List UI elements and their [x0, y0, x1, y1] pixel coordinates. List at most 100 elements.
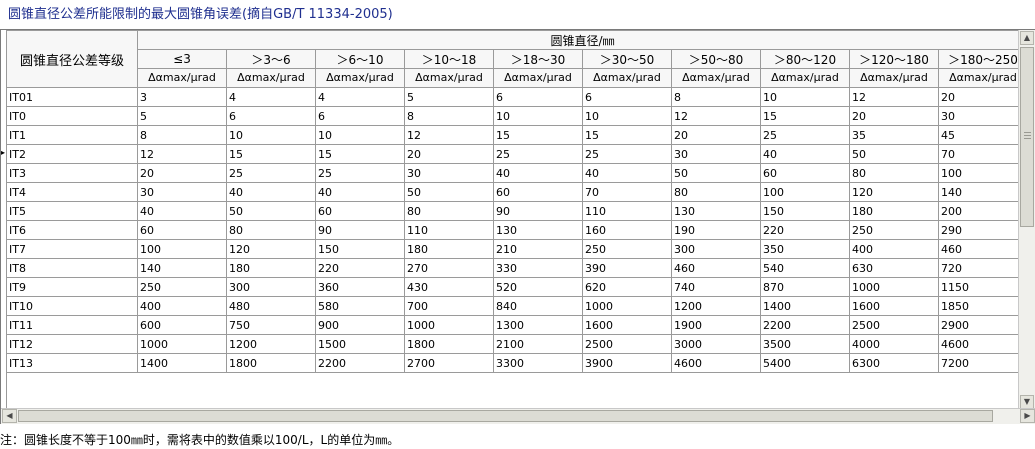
value-cell[interactable]: 740	[671, 277, 761, 297]
value-cell[interactable]: 12	[671, 106, 761, 126]
value-cell[interactable]: 600	[137, 315, 227, 335]
value-cell[interactable]: 15	[760, 106, 850, 126]
value-cell[interactable]: 90	[493, 201, 583, 221]
value-cell[interactable]: 15	[582, 125, 672, 145]
value-cell[interactable]: 3	[137, 87, 227, 107]
value-cell[interactable]: 150	[760, 201, 850, 221]
value-cell[interactable]: 10	[760, 87, 850, 107]
value-cell[interactable]: 12	[404, 125, 494, 145]
value-cell[interactable]: 25	[226, 163, 316, 183]
range-header[interactable]: ＞10～18	[404, 49, 494, 69]
value-cell[interactable]: 2200	[760, 315, 850, 335]
table-row[interactable]: IT1 8 10 10 12 15 15 20 25 35 45	[6, 125, 1028, 145]
value-cell[interactable]: 6	[226, 106, 316, 126]
value-cell[interactable]: 5	[137, 106, 227, 126]
value-cell[interactable]: 20	[671, 125, 761, 145]
grade-cell[interactable]: IT7	[6, 239, 138, 259]
value-cell[interactable]: 40	[226, 182, 316, 202]
value-cell[interactable]: 50	[404, 182, 494, 202]
value-cell[interactable]: 130	[493, 220, 583, 240]
vertical-scrollbar[interactable]: ▲ ▼	[1018, 30, 1035, 410]
value-cell[interactable]: 40	[137, 201, 227, 221]
value-cell[interactable]: 460	[671, 258, 761, 278]
value-cell[interactable]: 430	[404, 277, 494, 297]
value-cell[interactable]: 130	[671, 201, 761, 221]
range-header[interactable]: ＞6～10	[315, 49, 405, 69]
value-cell[interactable]: 5400	[760, 353, 850, 373]
value-cell[interactable]: 80	[849, 163, 939, 183]
value-cell[interactable]: 90	[315, 220, 405, 240]
value-cell[interactable]: 400	[137, 296, 227, 316]
value-cell[interactable]: 25	[493, 144, 583, 164]
value-cell[interactable]: 6	[315, 106, 405, 126]
value-cell[interactable]: 460	[938, 239, 1028, 259]
value-cell[interactable]: 400	[849, 239, 939, 259]
value-cell[interactable]: 480	[226, 296, 316, 316]
value-cell[interactable]: 40	[760, 144, 850, 164]
value-cell[interactable]: 4	[226, 87, 316, 107]
value-cell[interactable]: 50	[849, 144, 939, 164]
value-cell[interactable]: 4600	[938, 334, 1028, 354]
range-header[interactable]: ＞80～120	[760, 49, 850, 69]
table-row[interactable]: IT11 600 750 900 1000 1300 1600 1900 2200 2500 290…	[6, 315, 1028, 335]
table-row[interactable]: IT01 3 4 4 5 6 6 8 10 12 20	[6, 87, 1028, 107]
value-cell[interactable]: 120	[849, 182, 939, 202]
grade-cell[interactable]: IT1	[6, 125, 138, 145]
value-cell[interactable]: 2900	[938, 315, 1028, 335]
value-cell[interactable]: 180	[849, 201, 939, 221]
arrow-left-icon[interactable]: ◀	[2, 409, 17, 423]
grade-cell[interactable]: IT5	[6, 201, 138, 221]
value-cell[interactable]: 100	[938, 163, 1028, 183]
grade-cell[interactable]: IT12	[6, 334, 138, 354]
value-cell[interactable]: 1900	[671, 315, 761, 335]
grade-cell[interactable]: IT6	[6, 220, 138, 240]
value-cell[interactable]: 3000	[671, 334, 761, 354]
value-cell[interactable]: 15	[315, 144, 405, 164]
value-cell[interactable]: 15	[226, 144, 316, 164]
range-header[interactable]: ＞50～80	[671, 49, 761, 69]
value-cell[interactable]: 4	[315, 87, 405, 107]
value-cell[interactable]: 270	[404, 258, 494, 278]
value-cell[interactable]: 80	[226, 220, 316, 240]
horizontal-scrollbar[interactable]: ◀ ▶	[1, 408, 1035, 424]
value-cell[interactable]: 520	[493, 277, 583, 297]
value-cell[interactable]: 1800	[404, 334, 494, 354]
value-cell[interactable]: 80	[404, 201, 494, 221]
value-cell[interactable]: 750	[226, 315, 316, 335]
value-cell[interactable]: 40	[582, 163, 672, 183]
value-cell[interactable]: 100	[760, 182, 850, 202]
value-cell[interactable]: 620	[582, 277, 672, 297]
value-cell[interactable]: 290	[938, 220, 1028, 240]
value-cell[interactable]: 350	[760, 239, 850, 259]
value-cell[interactable]: 1000	[137, 334, 227, 354]
value-cell[interactable]: 10	[582, 106, 672, 126]
value-cell[interactable]: 1400	[760, 296, 850, 316]
arrow-up-icon[interactable]: ▲	[1020, 31, 1034, 45]
value-cell[interactable]: 60	[760, 163, 850, 183]
grade-cell[interactable]: IT11	[6, 315, 138, 335]
value-cell[interactable]: 45	[938, 125, 1028, 145]
grade-column-header[interactable]: 圆锥直径公差等级	[6, 30, 138, 88]
value-cell[interactable]: 6	[493, 87, 583, 107]
grade-cell[interactable]: IT2	[6, 144, 138, 164]
range-header[interactable]: ≤3	[137, 49, 227, 69]
value-cell[interactable]: 110	[404, 220, 494, 240]
value-cell[interactable]: 870	[760, 277, 850, 297]
value-cell[interactable]: 120	[226, 239, 316, 259]
value-cell[interactable]: 2500	[582, 334, 672, 354]
value-cell[interactable]: 60	[137, 220, 227, 240]
value-cell[interactable]: 700	[404, 296, 494, 316]
table-row[interactable]: IT9 250 300 360 430 520 620 740 870 1000 1150	[6, 277, 1028, 297]
table-row[interactable]: IT10 400 480 580 700 840 1000 1200 1400 1600 1850	[6, 296, 1028, 316]
value-cell[interactable]: 12	[137, 144, 227, 164]
value-cell[interactable]: 100	[137, 239, 227, 259]
value-cell[interactable]: 60	[315, 201, 405, 221]
value-cell[interactable]: 580	[315, 296, 405, 316]
value-cell[interactable]: 4600	[671, 353, 761, 373]
value-cell[interactable]: 3500	[760, 334, 850, 354]
value-cell[interactable]: 1850	[938, 296, 1028, 316]
value-cell[interactable]: 3900	[582, 353, 672, 373]
value-cell[interactable]: 6	[582, 87, 672, 107]
value-cell[interactable]: 720	[938, 258, 1028, 278]
value-cell[interactable]: 1000	[404, 315, 494, 335]
